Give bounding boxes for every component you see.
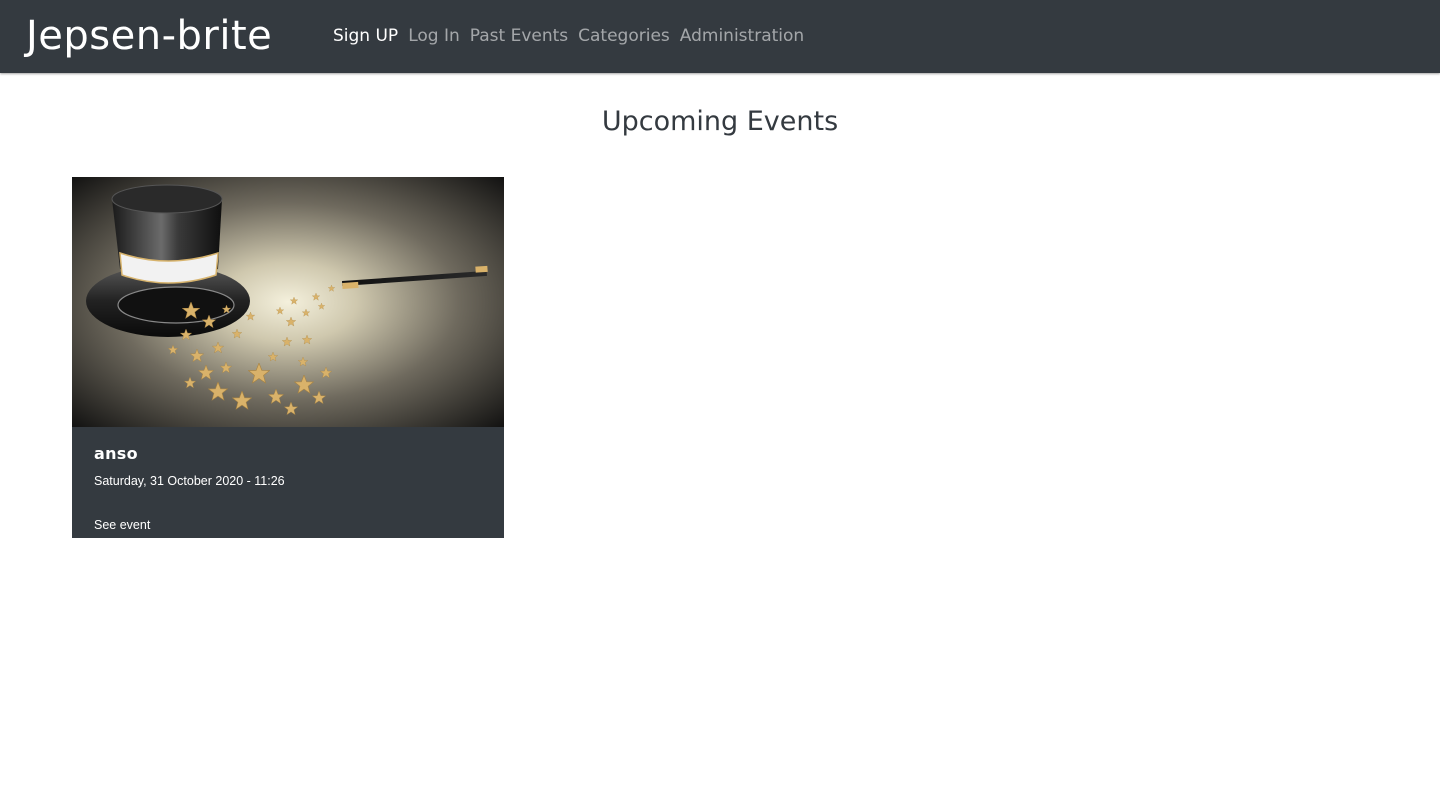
see-event-link[interactable]: See event xyxy=(94,517,150,534)
event-card-body: anso Saturday, 31 October 2020 - 11:26 xyxy=(94,443,482,490)
nav-link-sign-up[interactable]: Sign UP xyxy=(333,24,398,48)
event-title: anso xyxy=(94,444,138,463)
event-image-magic-hat[interactable] xyxy=(72,177,504,427)
event-date: Saturday, 31 October 2020 - 11:26 xyxy=(94,474,285,488)
top-navbar: Jepsen-brite Sign UP Log In Past Events … xyxy=(0,0,1440,73)
nav-links: Sign UP Log In Past Events Categories Ad… xyxy=(333,24,804,48)
nav-link-log-in[interactable]: Log In xyxy=(408,24,460,48)
event-card: anso Saturday, 31 October 2020 - 11:26 S… xyxy=(72,177,504,538)
nav-link-past-events[interactable]: Past Events xyxy=(470,24,568,48)
page-title: Upcoming Events xyxy=(601,106,839,137)
brand-logo-link[interactable]: Jepsen-brite xyxy=(26,11,272,61)
nav-link-categories[interactable]: Categories xyxy=(578,24,670,48)
nav-link-administration[interactable]: Administration xyxy=(680,24,804,48)
